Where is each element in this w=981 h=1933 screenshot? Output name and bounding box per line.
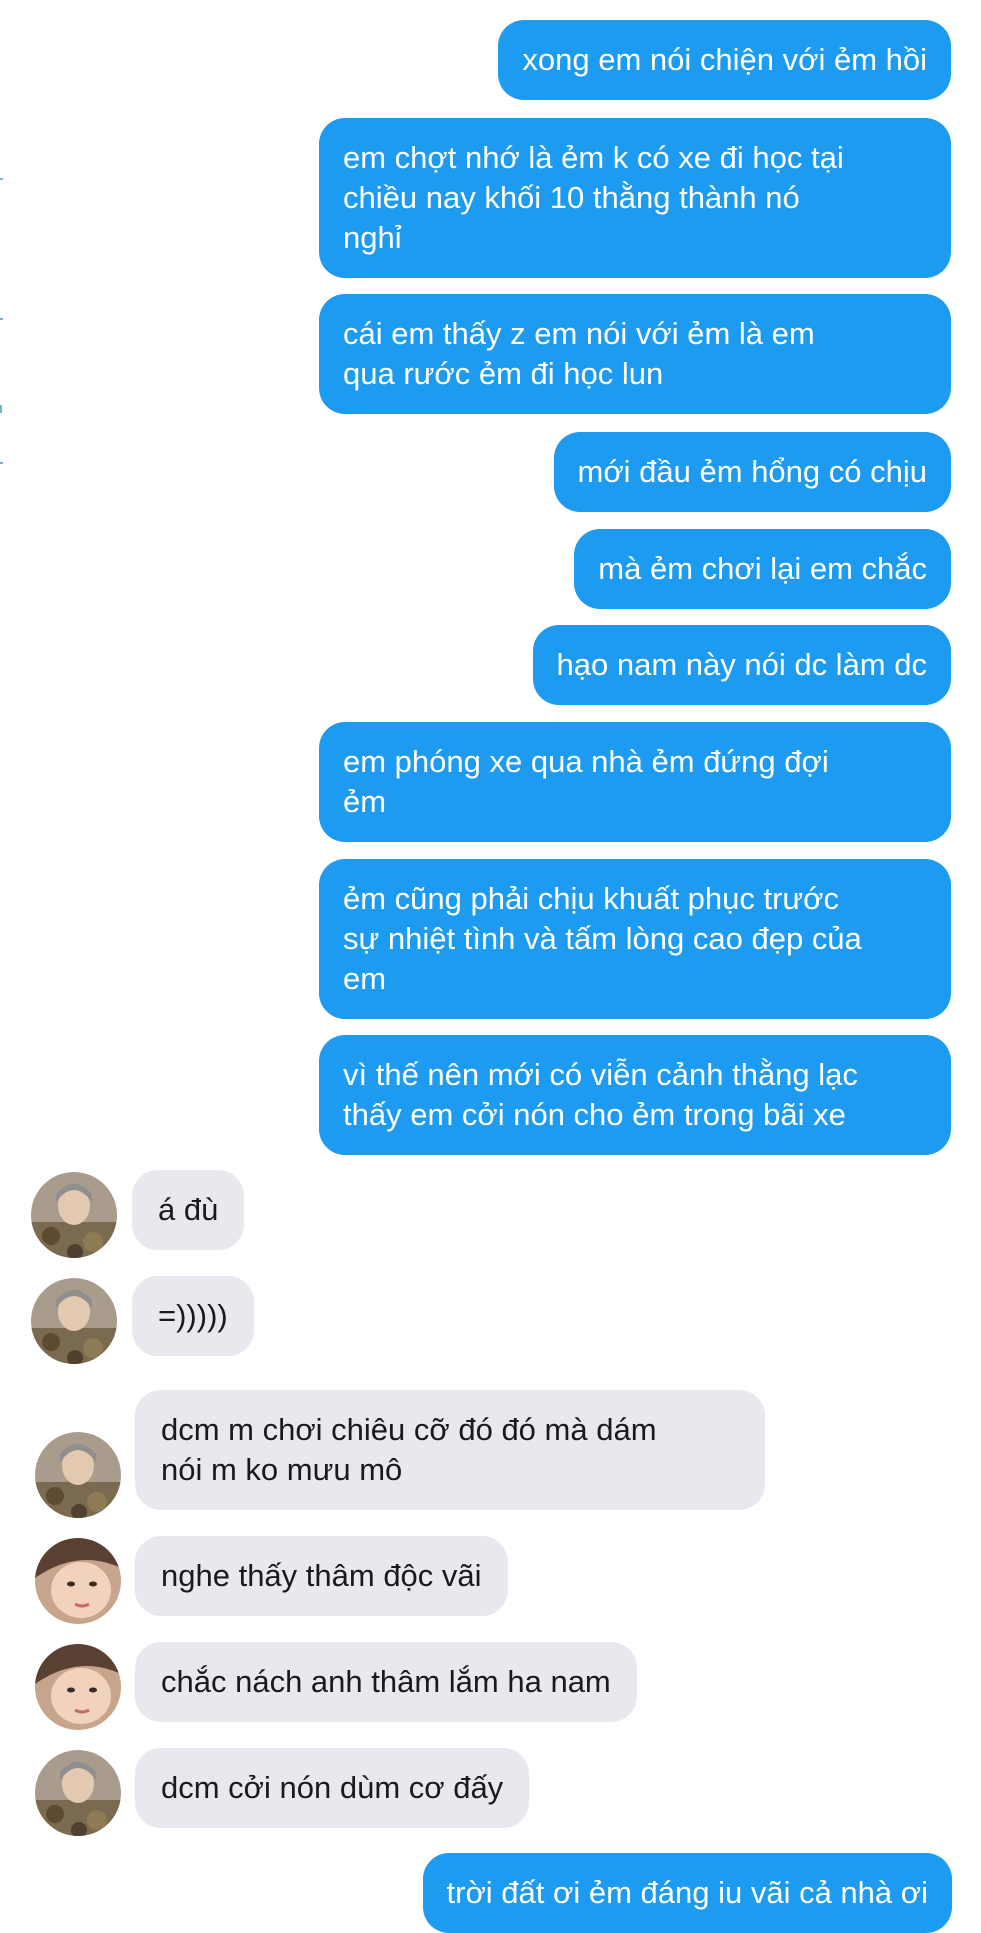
incoming-message[interactable]: dcm m chơi chiêu cỡ đó đó mà dám nói m k… (135, 1390, 765, 1510)
incoming-message[interactable]: =))))) (132, 1276, 254, 1356)
outgoing-message[interactable]: trời đất ơi ẻm đáng iu vãi cả nhà ơi (422, 1853, 952, 1933)
incoming-message[interactable]: á đù (132, 1170, 245, 1250)
outgoing-message[interactable]: ẻm cũng phải chịu khuất phục trước sự nh… (319, 859, 951, 1019)
outgoing-message[interactable]: cái em thấy z em nói với ẻm là em qua rư… (319, 294, 951, 414)
outgoing-message[interactable]: xong em nói chiện với ẻm hồi (498, 20, 951, 100)
contact-a-avatar[interactable] (35, 1432, 121, 1518)
outgoing-message[interactable]: em phóng xe qua nhà ẻm đứng đợi ẻm (319, 722, 951, 842)
incoming-message[interactable]: dcm cởi nón dùm cơ đấy (135, 1748, 530, 1828)
contact-a-avatar[interactable] (35, 1750, 121, 1836)
outgoing-message[interactable]: em chợt nhớ là ẻm k có xe đi học tại chi… (319, 118, 951, 278)
edge-mark (0, 462, 3, 464)
contact-b-avatar[interactable] (35, 1644, 121, 1730)
contact-b-avatar[interactable] (35, 1538, 121, 1624)
incoming-message[interactable]: nghe thấy thâm độc vãi (135, 1536, 508, 1616)
edge-mark (0, 178, 3, 180)
outgoing-message[interactable]: vì thế nên mới có viễn cảnh thằng lạc th… (319, 1035, 951, 1155)
outgoing-message[interactable]: mới đầu ẻm hổng có chịu (553, 432, 951, 512)
edge-mark (0, 405, 2, 413)
incoming-message[interactable]: chắc nách anh thâm lắm ha nam (135, 1642, 637, 1722)
contact-a-avatar[interactable] (31, 1172, 117, 1258)
edge-mark (0, 318, 3, 320)
outgoing-message[interactable]: hạo nam này nói dc làm dc (532, 625, 951, 705)
outgoing-message[interactable]: mà ẻm chơi lại em chắc (574, 529, 951, 609)
contact-a-avatar[interactable] (31, 1278, 117, 1364)
